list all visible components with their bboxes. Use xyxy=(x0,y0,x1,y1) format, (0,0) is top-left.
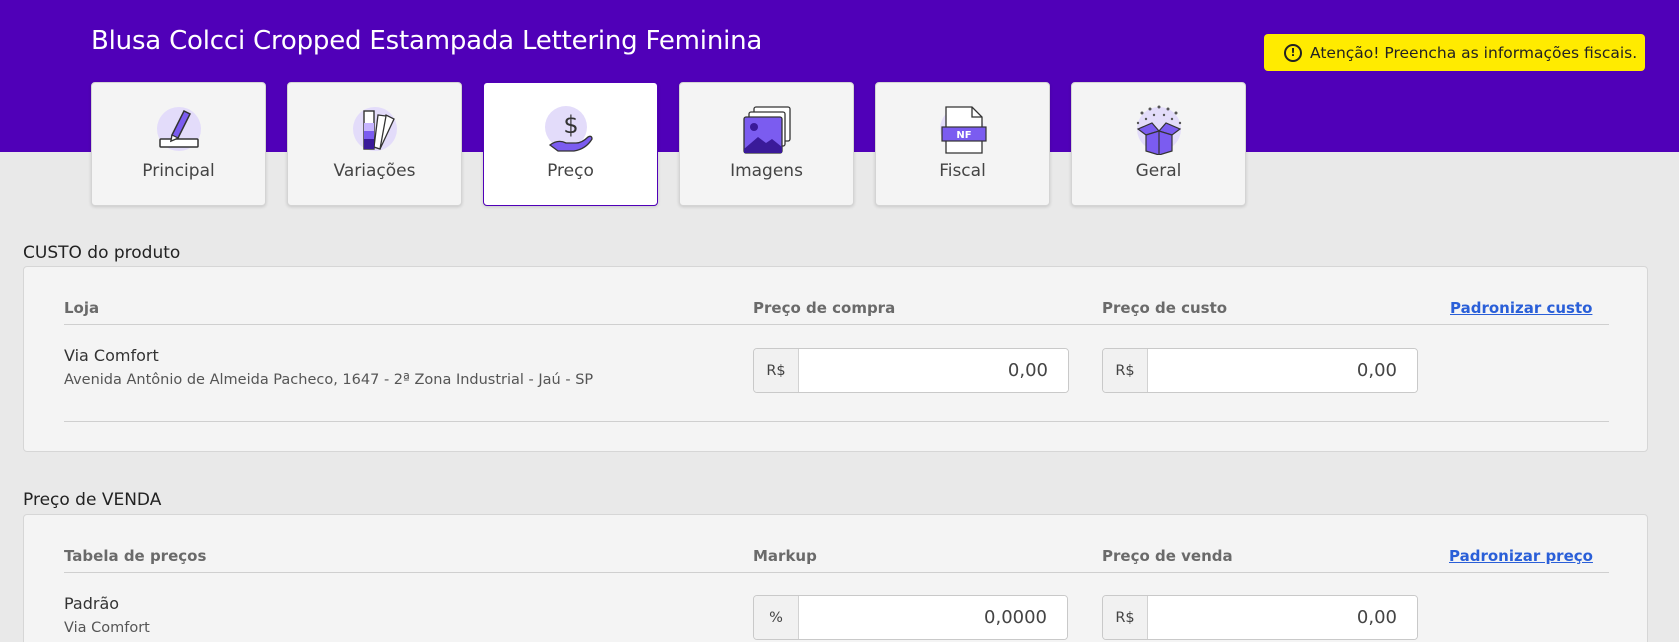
tab-variacoes[interactable]: Variações xyxy=(287,82,462,206)
sale-card: Tabela de preços Markup Preço de venda P… xyxy=(23,514,1648,642)
purchase-price-input[interactable] xyxy=(799,349,1068,392)
sale-price-input[interactable] xyxy=(1148,596,1417,639)
tab-label: Variações xyxy=(333,161,416,181)
percent-prefix: % xyxy=(754,596,799,639)
fiscal-warning-text: Atenção! Preencha as informações fiscais… xyxy=(1310,43,1638,62)
standardize-cost-link[interactable]: Padronizar custo xyxy=(1450,299,1592,317)
col-head-markup: Markup xyxy=(753,547,817,565)
open-box-icon xyxy=(1136,105,1181,155)
tab-label: Geral xyxy=(1135,161,1182,181)
divider xyxy=(64,324,1609,325)
tab-fiscal[interactable]: NF Fiscal xyxy=(875,82,1050,206)
fiscal-warning-badge: ! Atenção! Preencha as informações fisca… xyxy=(1264,34,1645,71)
col-head-sale-price: Preço de venda xyxy=(1102,547,1233,565)
svg-text:$: $ xyxy=(563,111,578,139)
price-table-store: Via Comfort xyxy=(64,620,150,636)
markup-field: % xyxy=(753,595,1068,640)
currency-prefix: R$ xyxy=(1103,349,1148,392)
store-address: Avenida Antônio de Almeida Pacheco, 1647… xyxy=(64,372,594,388)
product-title: Blusa Colcci Cropped Estampada Lettering… xyxy=(91,26,763,56)
currency-prefix: R$ xyxy=(754,349,799,392)
cost-price-input[interactable] xyxy=(1148,349,1417,392)
tab-geral[interactable]: Geral xyxy=(1071,82,1246,206)
sale-price-field: R$ xyxy=(1102,595,1418,640)
cost-price-field: R$ xyxy=(1102,348,1418,393)
standardize-price-link[interactable]: Padronizar preço xyxy=(1449,547,1593,565)
col-head-price-table: Tabela de preços xyxy=(64,547,207,565)
tab-principal[interactable]: Principal xyxy=(91,82,266,206)
store-name: Via Comfort xyxy=(64,346,159,365)
color-palette-icon xyxy=(352,107,397,151)
col-head-cost-price: Preço de custo xyxy=(1102,299,1228,317)
images-icon xyxy=(742,106,791,154)
cost-card: Loja Preço de compra Preço de custo Padr… xyxy=(23,266,1648,452)
pencil-icon xyxy=(156,107,201,151)
price-table-name: Padrão xyxy=(64,594,120,613)
tab-label: Preço xyxy=(547,161,594,181)
currency-prefix: R$ xyxy=(1103,596,1148,639)
nf-badge-text: NF xyxy=(956,130,971,141)
alert-circle-icon: ! xyxy=(1284,43,1302,62)
invoice-nf-icon: NF xyxy=(939,106,987,154)
tab-label: Fiscal xyxy=(939,161,986,181)
markup-input[interactable] xyxy=(799,596,1067,639)
tab-label: Imagens xyxy=(730,161,803,181)
money-hand-icon: $ xyxy=(544,106,593,152)
purchase-price-field: R$ xyxy=(753,348,1069,393)
cost-section-title: CUSTO do produto xyxy=(23,243,181,263)
tab-imagens[interactable]: Imagens xyxy=(679,82,854,206)
col-head-store: Loja xyxy=(64,299,100,317)
divider xyxy=(64,572,1609,573)
tab-label: Principal xyxy=(142,161,215,181)
col-head-purchase-price: Preço de compra xyxy=(753,299,896,317)
divider xyxy=(64,421,1609,422)
tab-preco[interactable]: $ Preço xyxy=(483,82,658,206)
sale-section-title: Preço de VENDA xyxy=(23,490,162,510)
